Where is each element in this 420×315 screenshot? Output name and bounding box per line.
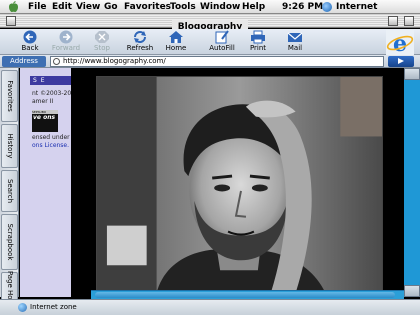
creative-commons-badge[interactable]: SEPSUBO ve ons [32,110,58,132]
tab-favorites[interactable]: Favorites [1,70,18,122]
zoom-box-button[interactable] [388,16,398,26]
menu-help[interactable]: Help [242,0,265,14]
tab-scrapbook[interactable]: Scrapbook [1,214,18,270]
forward-label: Forward [51,44,81,52]
browser-toolbar: Back Forward Stop Refresh Home AutoFill … [0,29,420,55]
menu-window[interactable]: Window [200,0,240,14]
horizontal-scroll-thumb[interactable] [95,292,395,298]
print-icon [251,30,265,44]
home-button[interactable]: Home [156,30,196,54]
internet-explorer-icon [322,2,332,12]
home-icon [169,31,183,43]
apple-menu-icon[interactable] [8,1,19,13]
url-text: http://www.blogography.com/ [63,57,166,65]
home-label: Home [165,44,187,52]
url-input[interactable]: http://www.blogography.com/ [50,56,384,67]
license-link[interactable]: ons License. [32,142,69,150]
copyright-text: nt ©2003-2005 [32,90,71,97]
tab-search-label: Search [5,178,14,204]
page-globe-icon [53,58,60,65]
menu-go[interactable]: Go [104,0,118,14]
stop-button[interactable]: Stop [82,30,122,54]
address-label[interactable]: Address [2,56,46,67]
menu-view[interactable]: View [76,0,100,14]
forward-button[interactable]: Forward [46,30,86,54]
scroll-down-arrow[interactable] [404,285,420,297]
collapse-box-button[interactable] [404,16,414,26]
ie-logo-icon: e [386,30,414,56]
forward-arrow-icon [59,30,73,44]
tab-history[interactable]: History [1,124,18,168]
autofill-icon [215,30,229,44]
internet-zone-icon [18,303,27,312]
explorer-bar-tabs: Favorites History Search Scrapbook Page … [0,68,19,313]
tab-scrapbook-label: Scrapbook [5,223,14,261]
menu-edit[interactable]: Edit [52,0,72,14]
menu-file[interactable]: File [28,0,46,14]
go-button[interactable] [388,56,414,67]
autofill-label: AutoFill [209,44,235,52]
print-button[interactable]: Print [238,30,278,54]
sidebar-header: S E [30,76,71,85]
autofill-button[interactable]: AutoFill [202,30,242,54]
print-label: Print [249,44,267,52]
status-bar: Internet zone [0,299,420,315]
menu-bar: File Edit View Go Favorites Tools Window… [0,0,420,26]
tab-search[interactable]: Search [1,170,18,212]
portrait-photo [96,76,383,294]
tab-favorites-label: Favorites [5,80,14,112]
horizontal-scrollbar[interactable] [91,290,404,299]
author-text: amer II [32,98,54,105]
back-button[interactable]: Back [10,30,50,54]
svg-text:e: e [393,31,407,56]
refresh-button[interactable]: Refresh [120,30,160,54]
page-content [71,68,404,294]
menu-tools[interactable]: Tools [170,0,196,14]
stop-icon [95,31,109,43]
mail-button[interactable]: Mail [275,30,315,54]
status-text: Internet zone [30,303,77,311]
mail-icon [287,32,303,42]
address-bar: Address http://www.blogography.com/ [0,55,420,68]
window-title-bar[interactable]: Blogography [0,14,420,34]
refresh-icon [134,31,146,43]
license-text: ensed under [32,134,70,141]
license-link-text[interactable]: ons License. [32,142,69,149]
back-label: Back [21,44,39,52]
mail-label: Mail [287,44,303,52]
badge-bottom-text: ve ons [33,114,56,121]
scroll-up-arrow[interactable] [404,68,420,80]
stop-label: Stop [94,44,110,52]
tab-history-label: History [5,133,14,159]
back-arrow-icon [23,30,37,44]
menu-favorites[interactable]: Favorites [124,0,171,14]
page-sidebar: S E nt ©2003-2005 amer II SEPSUBO ve ons… [20,68,71,297]
vertical-scrollbar[interactable] [404,68,420,297]
menubar-clock[interactable]: 9:26 PM [282,0,323,14]
refresh-label: Refresh [126,44,154,52]
